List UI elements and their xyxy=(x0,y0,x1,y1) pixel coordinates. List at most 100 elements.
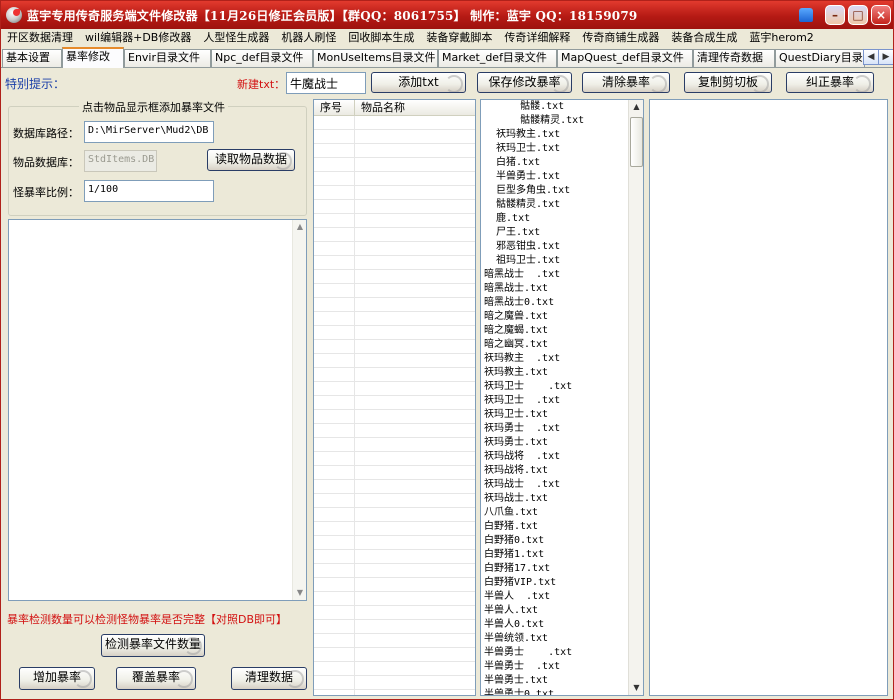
scroll-down-icon[interactable]: ▼ xyxy=(629,681,643,695)
file-list-item[interactable]: 巨型多角虫.txt xyxy=(484,184,630,198)
table-row[interactable] xyxy=(314,592,475,606)
file-list-item[interactable]: 祆玛勇士.txt xyxy=(484,436,630,450)
file-list-item[interactable]: 祆玛勇士 .txt xyxy=(484,422,630,436)
file-list-item[interactable]: 祆玛教主 .txt xyxy=(484,352,630,366)
tab-drop-rate[interactable]: 暴率修改 xyxy=(62,47,124,68)
table-row[interactable] xyxy=(314,214,475,228)
table-row[interactable] xyxy=(314,662,475,676)
file-list-item[interactable]: 白野猪.txt xyxy=(484,520,630,534)
table-row[interactable] xyxy=(314,326,475,340)
file-list-item[interactable]: 祆玛卫士.txt xyxy=(484,142,630,156)
file-list-item[interactable]: 半兽勇士 .txt xyxy=(484,646,630,660)
table-row[interactable] xyxy=(314,200,475,214)
file-list-item[interactable]: 白猪.txt xyxy=(484,156,630,170)
table-row[interactable] xyxy=(314,130,475,144)
file-list-item[interactable]: 暗之魔蝎.txt xyxy=(484,324,630,338)
tab-scroll-left-icon[interactable]: ◀ xyxy=(863,49,879,65)
table-row[interactable] xyxy=(314,648,475,662)
table-row[interactable] xyxy=(314,466,475,480)
file-list-item[interactable]: 半兽勇士0.txt xyxy=(484,688,630,695)
table-row[interactable] xyxy=(314,550,475,564)
file-list-item[interactable]: 鹿.txt xyxy=(484,212,630,226)
maximize-button[interactable]: □ xyxy=(848,5,868,25)
tab-npc-def[interactable]: Npc_def目录文件 xyxy=(211,49,313,67)
tab-clean-data[interactable]: 清理传奇数据 xyxy=(693,49,775,67)
table-row[interactable] xyxy=(314,480,475,494)
add-txt-button[interactable]: 添加txt xyxy=(371,72,466,93)
table-row[interactable] xyxy=(314,536,475,550)
file-list-item[interactable]: 暗黑战士.txt xyxy=(484,282,630,296)
tab-questdiary[interactable]: QuestDiary目录 xyxy=(775,49,865,67)
menu-robot-spawn[interactable]: 机器人刷怪 xyxy=(275,29,342,47)
file-list-item[interactable]: 骷髅精灵.txt xyxy=(484,114,630,128)
file-list-scrollbar[interactable]: ▲ ▼ xyxy=(628,100,643,695)
table-row[interactable] xyxy=(314,690,475,695)
file-list-item[interactable]: 祆玛教主.txt xyxy=(484,366,630,380)
skin-icon[interactable] xyxy=(796,5,816,25)
table-row[interactable] xyxy=(314,284,475,298)
col-name-header[interactable]: 物品名称 xyxy=(355,100,475,116)
table-row[interactable] xyxy=(314,522,475,536)
menu-herom2[interactable]: 蓝宇herom2 xyxy=(743,29,819,47)
table-row[interactable] xyxy=(314,396,475,410)
table-row[interactable] xyxy=(314,144,475,158)
menu-humanoid-monster[interactable]: 人型怪生成器 xyxy=(197,29,275,47)
table-row[interactable] xyxy=(314,368,475,382)
file-list-item[interactable]: 暗黑战士 .txt xyxy=(484,268,630,282)
table-row[interactable] xyxy=(314,256,475,270)
file-list-item[interactable]: 白野猪1.txt xyxy=(484,548,630,562)
table-row[interactable] xyxy=(314,228,475,242)
read-items-button[interactable]: 读取物品数据 xyxy=(207,149,295,171)
save-rate-button[interactable]: 保存修改暴率 xyxy=(477,72,572,93)
table-row[interactable] xyxy=(314,634,475,648)
title-bar[interactable]: 蓝宇专用传奇服务端文件修改器【11月26日修正会员版】【群QQ：8061755】… xyxy=(1,1,893,29)
file-list-item[interactable]: 半兽勇士.txt xyxy=(484,674,630,688)
table-row[interactable] xyxy=(314,676,475,690)
table-row[interactable] xyxy=(314,410,475,424)
clean-data-button[interactable]: 清理数据 xyxy=(231,667,307,690)
table-row[interactable] xyxy=(314,564,475,578)
rate-text-panel[interactable] xyxy=(649,99,888,696)
newtxt-input[interactable]: 牛魔战士 xyxy=(286,72,366,94)
table-row[interactable] xyxy=(314,494,475,508)
file-list-item[interactable]: 白野猪0.txt xyxy=(484,534,630,548)
file-list-item[interactable]: 祆玛战士 .txt xyxy=(484,478,630,492)
file-list-item[interactable]: 半兽勇士.txt xyxy=(484,170,630,184)
file-list-item[interactable]: 祆玛卫士 .txt xyxy=(484,380,630,394)
scroll-up-icon[interactable]: ▲ xyxy=(629,100,643,114)
rate-memo[interactable]: ▲ ▼ xyxy=(8,219,307,601)
file-list-item[interactable]: 尸王.txt xyxy=(484,226,630,240)
menu-shop-generator[interactable]: 传奇商铺生成器 xyxy=(576,29,665,47)
file-list-item[interactable]: 半兽人.txt xyxy=(484,604,630,618)
file-list-item[interactable]: 邪恶钳虫.txt xyxy=(484,240,630,254)
table-row[interactable] xyxy=(314,382,475,396)
menu-cleanup[interactable]: 开区数据清理 xyxy=(1,29,79,47)
add-rate-button[interactable]: 增加暴率 xyxy=(19,667,95,690)
close-button[interactable]: × xyxy=(871,5,891,25)
file-list-item[interactable]: 祆玛战士.txt xyxy=(484,492,630,506)
file-list-item[interactable]: 祖玛卫士.txt xyxy=(484,254,630,268)
tab-market-def[interactable]: Market_def目录文件 xyxy=(438,49,557,67)
table-row[interactable] xyxy=(314,452,475,466)
table-row[interactable] xyxy=(314,354,475,368)
file-list-item[interactable]: 白野猪17.txt xyxy=(484,562,630,576)
scroll-thumb[interactable] xyxy=(630,117,643,167)
file-list-item[interactable]: 白野猪VIP.txt xyxy=(484,576,630,590)
menu-legend-explain[interactable]: 传奇详细解释 xyxy=(498,29,576,47)
table-row[interactable] xyxy=(314,270,475,284)
db-path-input[interactable]: D:\MirServer\Mud2\DB xyxy=(84,121,214,143)
menu-synthesis[interactable]: 装备合成生成 xyxy=(665,29,743,47)
menu-wil-editor[interactable]: wil编辑器+DB修改器 xyxy=(79,29,197,47)
file-list-item[interactable]: 骷髅.txt xyxy=(484,100,630,114)
table-row[interactable] xyxy=(314,172,475,186)
table-row[interactable] xyxy=(314,620,475,634)
tab-scroll-right-icon[interactable]: ▶ xyxy=(878,49,893,65)
file-list-item[interactable]: 暗黑战士0.txt xyxy=(484,296,630,310)
table-row[interactable] xyxy=(314,606,475,620)
table-row[interactable] xyxy=(314,508,475,522)
table-row[interactable] xyxy=(314,340,475,354)
menu-recycle-script[interactable]: 回收脚本生成 xyxy=(342,29,420,47)
file-list-item[interactable]: 祆玛卫士 .txt xyxy=(484,394,630,408)
monster-file-list[interactable]: 骷髅.txt 骷髅精灵.txt 祆玛教主.txt 祆玛卫士.txt 白猪.txt… xyxy=(480,99,644,696)
file-list-item[interactable]: 骷髅精灵.txt xyxy=(484,198,630,212)
